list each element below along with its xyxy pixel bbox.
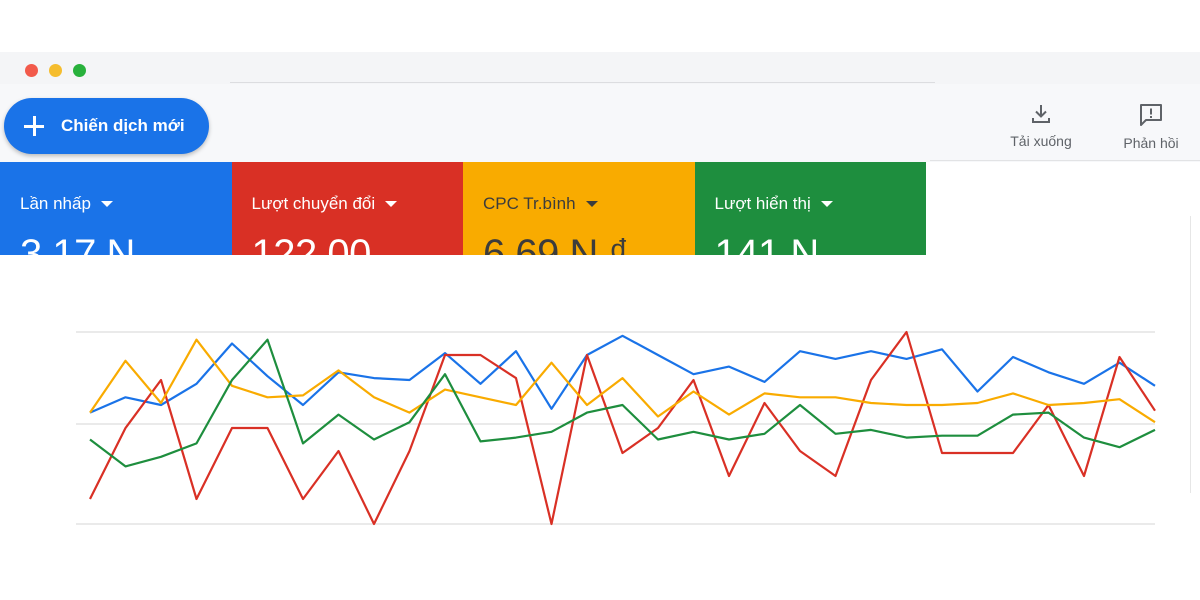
series-line-4 xyxy=(89,338,1156,468)
chart-series xyxy=(89,330,1156,526)
performance-line-chart xyxy=(76,330,1156,526)
series-line-3 xyxy=(89,338,1156,424)
series-line-1 xyxy=(89,334,1156,414)
